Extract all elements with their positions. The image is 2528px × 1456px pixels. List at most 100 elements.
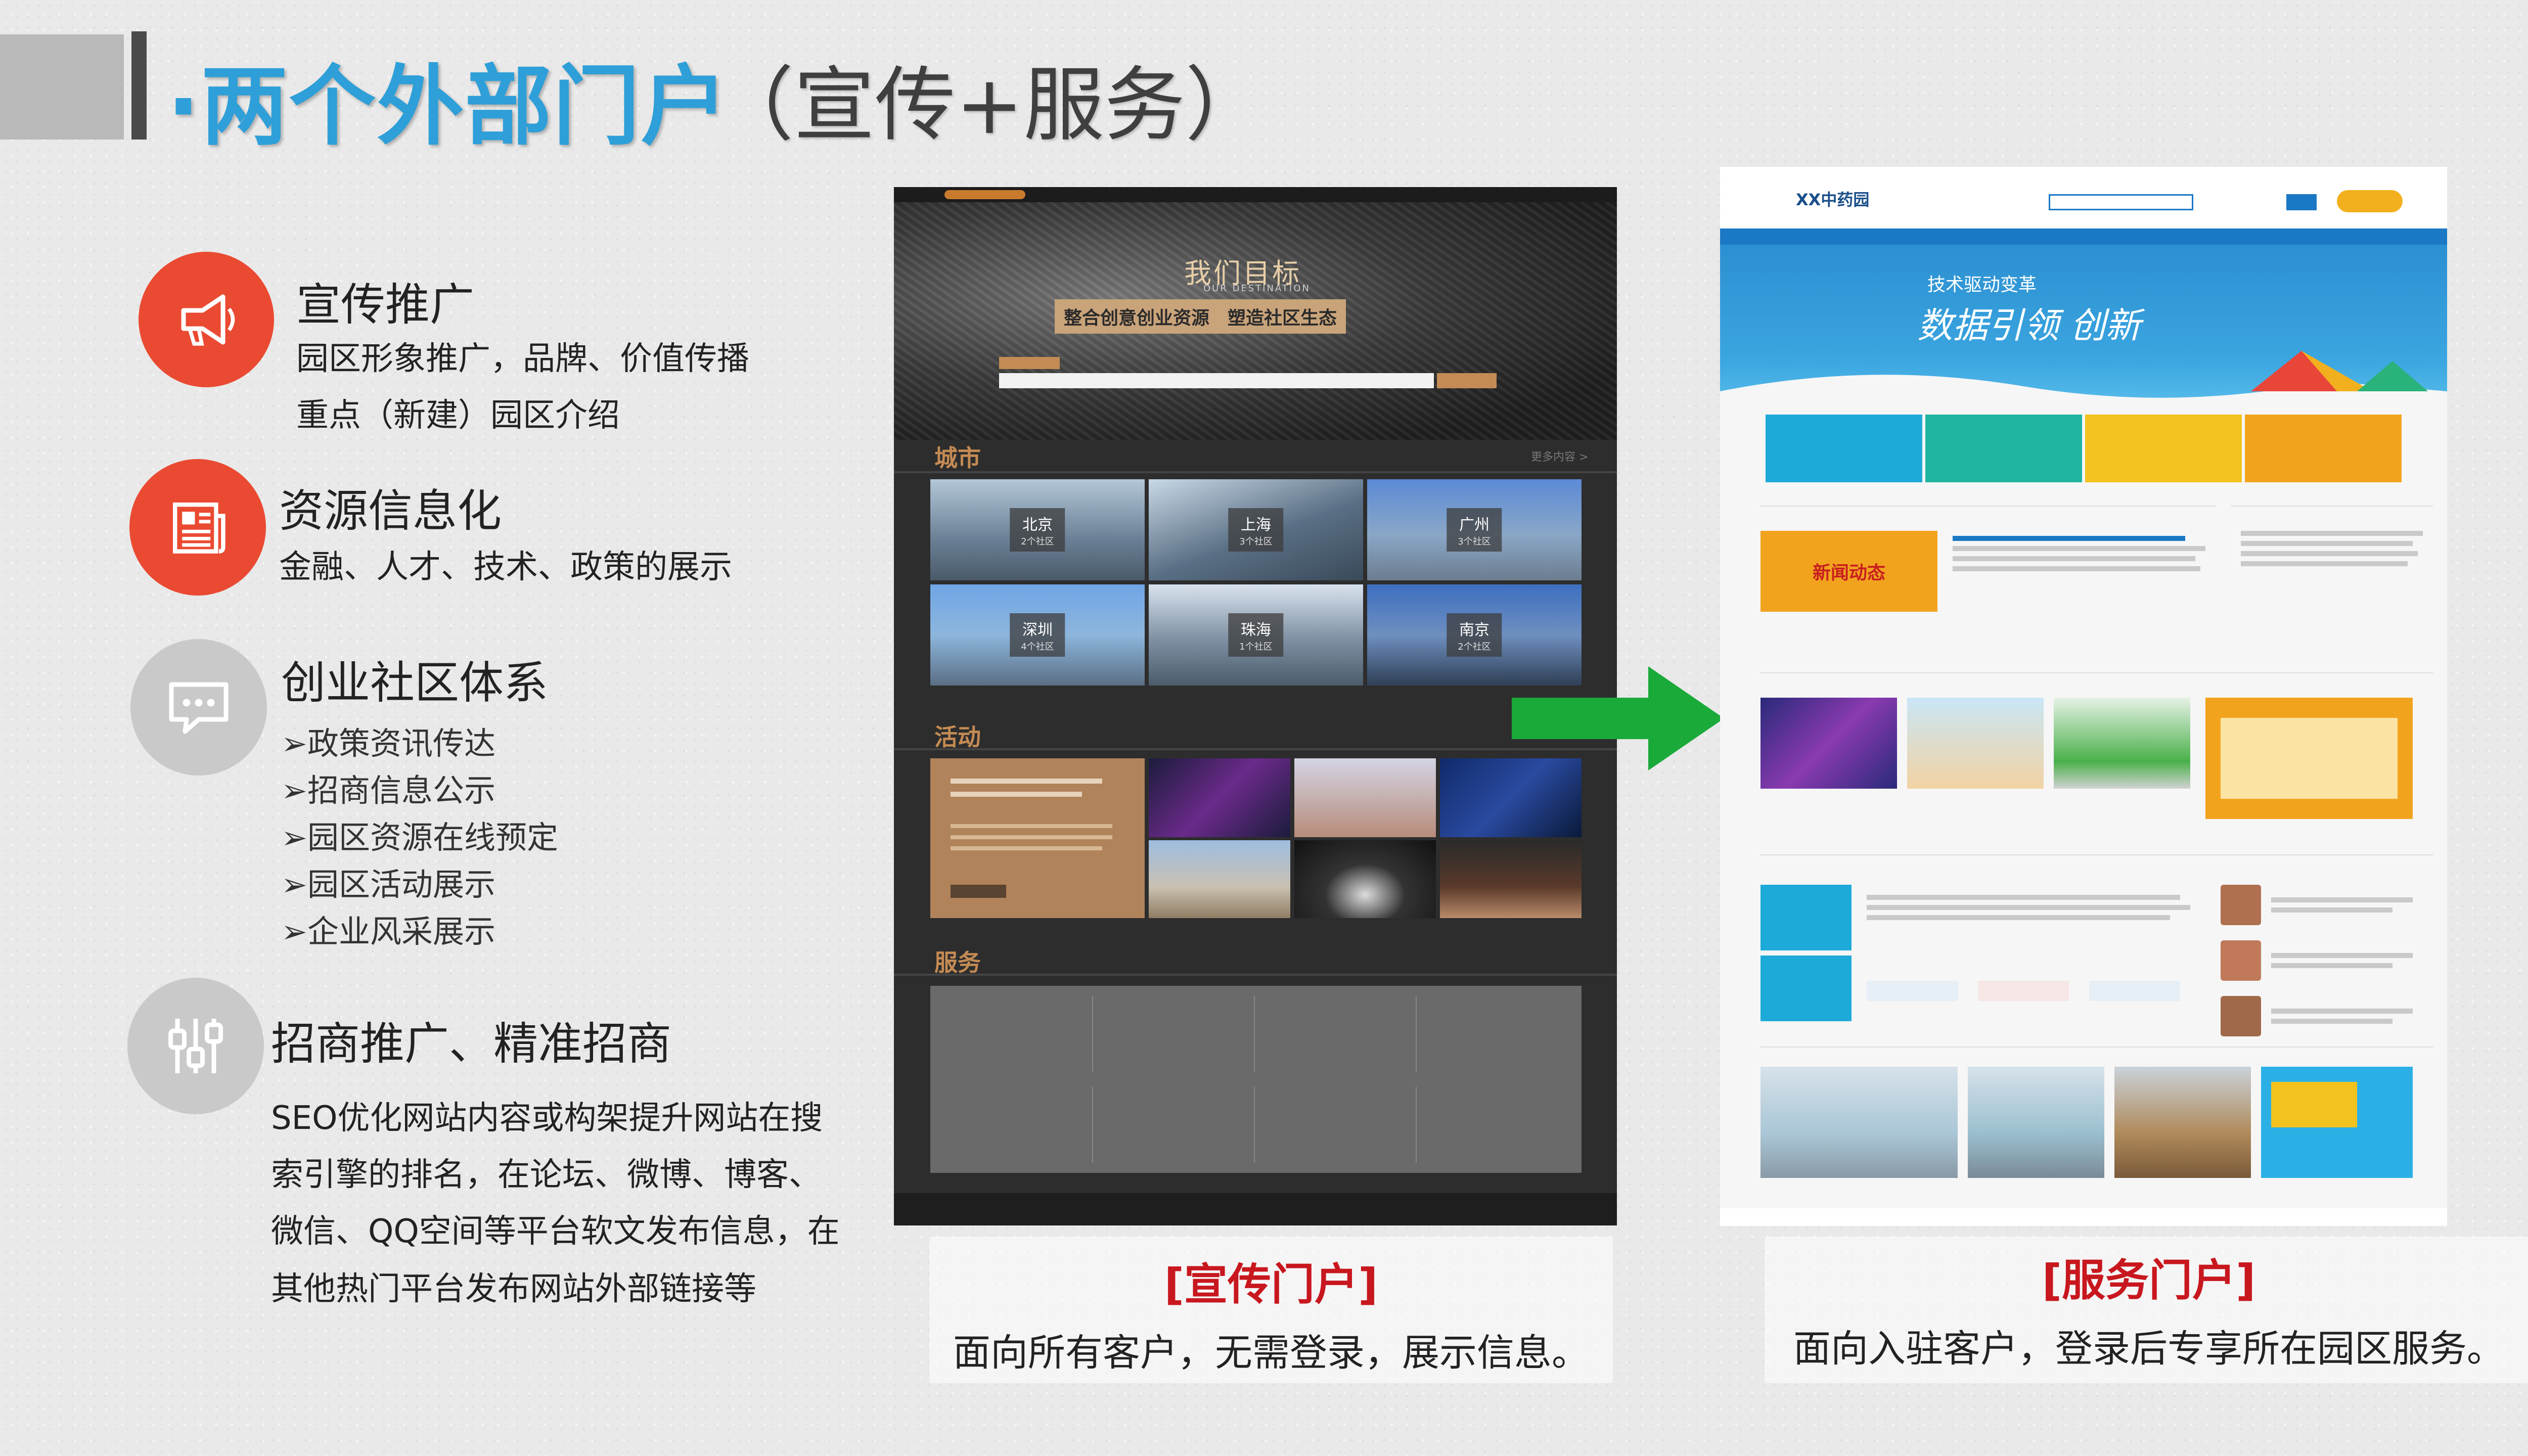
- city-tile-label: 北京 2个社区: [1010, 508, 1065, 552]
- service-item[interactable]: [1102, 1087, 1255, 1163]
- service-grid: [930, 986, 1582, 1173]
- bullet-item: ➢招商信息公示: [281, 772, 495, 809]
- card-text-line: [951, 779, 1102, 784]
- survey-card[interactable]: [2205, 698, 2413, 819]
- partner-logo[interactable]: [1978, 981, 2069, 1001]
- page-subtitle: （宣传+服务）: [713, 58, 1267, 152]
- partner-logo[interactable]: [2089, 981, 2180, 1001]
- activity-photo[interactable]: [1760, 698, 1897, 789]
- service-logo: XX中药园: [1796, 190, 1870, 209]
- city-tile-shanghai[interactable]: 上海 3个社区: [1149, 479, 1363, 580]
- city-tile-label: 广州 3个社区: [1447, 508, 1502, 552]
- sliders-icon: [168, 1019, 223, 1073]
- city-tile-guangzhou[interactable]: 广州 3个社区: [1367, 479, 1582, 580]
- promo-portal-screenshot: 我们目标 OUR DESTINATION 整合创意创业资源 塑造社区生态 城市 …: [894, 187, 1617, 1225]
- company-text: [1867, 890, 2200, 925]
- activity-photo[interactable]: [1294, 758, 1436, 837]
- feature-desc-line: 索引擎的排名，在论坛、微博、博客、: [271, 1156, 821, 1194]
- divider: [1760, 506, 2216, 507]
- activity-photo[interactable]: [1149, 758, 1290, 837]
- bullet-item: ➢企业风采展示: [281, 913, 495, 950]
- banner-subtitle: OUR DESTINATION: [1203, 283, 1311, 294]
- service-item[interactable]: [1426, 996, 1572, 1072]
- service-search-button[interactable]: [2286, 194, 2317, 210]
- service-item[interactable]: [940, 996, 1093, 1072]
- notice-line: [2241, 551, 2418, 556]
- feature-desc-line: SEO优化网站内容或构架提升网站在搜: [271, 1100, 823, 1137]
- news-line: [1953, 566, 2200, 571]
- city-tile-beijing[interactable]: 北京 2个社区: [930, 479, 1145, 580]
- feature-desc-line: 微信、QQ空间等平台软文发布信息，在: [271, 1213, 840, 1250]
- person-row[interactable]: [2221, 940, 2433, 981]
- service-item[interactable]: [940, 1087, 1093, 1163]
- company-tile[interactable]: [1760, 885, 1852, 950]
- city-tile-label: 深圳 4个社区: [1010, 613, 1065, 657]
- feature-desc-line: 园区形象推广，品牌、价值传播: [296, 340, 749, 378]
- notice-line: [2241, 541, 2413, 546]
- banner-decor: [1720, 351, 2447, 412]
- bullet-item: ➢园区资源在线预定: [281, 819, 558, 856]
- activity-feature-card[interactable]: [930, 758, 1145, 918]
- partner-logo[interactable]: [1867, 981, 1958, 1001]
- feature-title: 资源信息化: [279, 485, 502, 537]
- activity-photo[interactable]: [1440, 840, 1582, 918]
- feature-icon-circle: [139, 252, 274, 387]
- section-heading-activity: 活动: [934, 723, 981, 751]
- resource-photo[interactable]: [2114, 1067, 2251, 1178]
- service-nav-bar[interactable]: [1720, 229, 2447, 245]
- service-search-input[interactable]: [2049, 194, 2193, 210]
- service-item[interactable]: [1264, 996, 1417, 1072]
- company-tile[interactable]: [1760, 956, 1852, 1021]
- news-thumbnail[interactable]: 新闻动态: [1760, 531, 1937, 612]
- megaphone-icon: [181, 294, 235, 346]
- service-caption-title: [服务门户]: [2042, 1255, 2256, 1306]
- resource-photo[interactable]: [1760, 1067, 1958, 1178]
- card-button[interactable]: [951, 885, 1006, 898]
- service-item[interactable]: [1264, 1087, 1417, 1163]
- divider: [1760, 672, 2433, 673]
- service-banner: 技术驱动变革 数据引领 创新: [1720, 245, 2447, 412]
- banner-search-button[interactable]: [1437, 373, 1497, 388]
- city-tile-label: 珠海 1个社区: [1228, 613, 1284, 657]
- service-tile[interactable]: [2245, 415, 2402, 482]
- resource-photo[interactable]: [1968, 1067, 2104, 1178]
- city-tile-zhuhai[interactable]: 珠海 1个社区: [1149, 584, 1363, 686]
- activity-photo[interactable]: [2054, 698, 2190, 789]
- banner-search-input[interactable]: [999, 373, 1434, 388]
- banner-tab[interactable]: [999, 357, 1060, 369]
- service-tile[interactable]: [1766, 415, 1922, 482]
- news-headline: [1953, 536, 2185, 541]
- service-tile[interactable]: [2085, 415, 2242, 482]
- promo-banner: 我们目标 OUR DESTINATION 整合创意创业资源 塑造社区生态: [894, 202, 1617, 440]
- divider: [1760, 1046, 2433, 1048]
- card-text-line: [951, 824, 1112, 828]
- city-tile-label: 上海 3个社区: [1228, 508, 1284, 552]
- more-link[interactable]: 更多内容 >: [1531, 448, 1588, 464]
- avatar: [2221, 940, 2261, 981]
- news-line: [1953, 546, 2205, 551]
- service-header: XX中药园: [1720, 167, 2447, 228]
- resource-banner[interactable]: [2261, 1067, 2413, 1178]
- card-text-line: [951, 792, 1082, 797]
- avatar: [2221, 996, 2261, 1036]
- notice-list: [2241, 526, 2428, 571]
- city-tile-shenzhen[interactable]: 深圳 4个社区: [930, 584, 1145, 686]
- feature-title: 宣传推广: [296, 279, 475, 331]
- arrow-right-icon: [1512, 666, 1724, 770]
- person-row[interactable]: [2221, 885, 2433, 925]
- person-row[interactable]: [2221, 996, 2433, 1036]
- activity-photo[interactable]: [1294, 840, 1436, 918]
- service-item[interactable]: [1102, 996, 1255, 1072]
- company-line: [1867, 915, 2170, 920]
- login-badge[interactable]: [2337, 190, 2403, 212]
- feature-desc-line: 重点（新建）园区介绍: [296, 397, 620, 434]
- activity-photo[interactable]: [1149, 840, 1290, 918]
- service-tile[interactable]: [1925, 415, 2082, 482]
- survey-card-inner: [2221, 718, 2398, 799]
- feature-icon-circle: [130, 639, 267, 776]
- divider: [1760, 854, 2433, 855]
- activity-photo[interactable]: [1907, 698, 2044, 789]
- service-item[interactable]: [1426, 1087, 1572, 1163]
- promo-caption-title: [宣传门户]: [1164, 1259, 1378, 1310]
- promo-footer: [894, 1193, 1617, 1225]
